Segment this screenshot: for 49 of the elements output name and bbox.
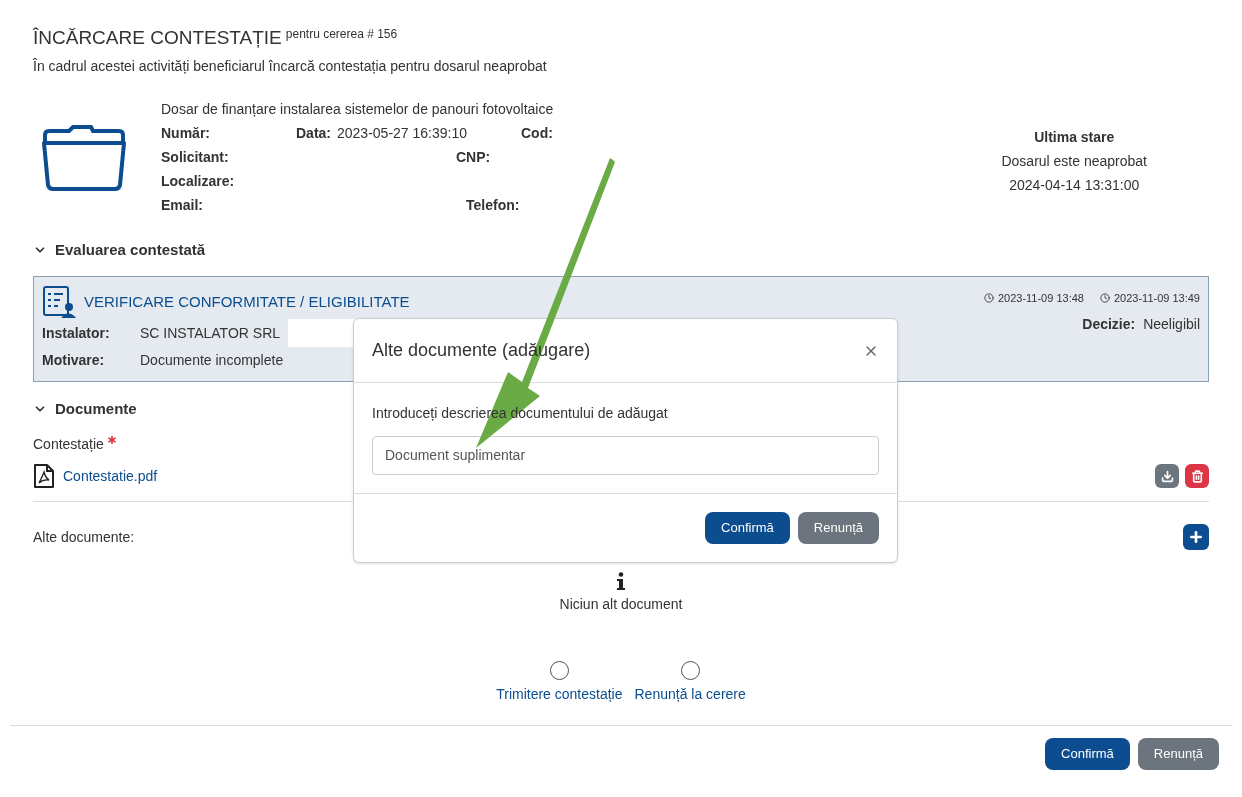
confirm-button[interactable]: Confirmă: [1045, 738, 1130, 770]
field-value: Documente incomplete: [140, 350, 284, 370]
section-title[interactable]: Evaluarea contestată: [55, 239, 206, 262]
download-button[interactable]: [1155, 464, 1179, 488]
last-state-status: Dosarul este neaprobat: [1001, 152, 1147, 171]
clock-icon: [983, 292, 994, 303]
other-documents-label: Alte documente:: [33, 527, 135, 547]
timestamp: 2023-11-09 13:49: [1113, 290, 1200, 306]
page-description: În cadrul acestei activități beneficiarul încarcă contestația pentru dosarul neaprobat: [33, 57, 548, 76]
last-state-date: 2024-04-14 13:31:00: [1009, 176, 1140, 195]
action-link[interactable]: Renunță la cerere: [634, 684, 746, 705]
cancel-button[interactable]: Renunță: [1137, 738, 1219, 770]
dossier-title: Dosar de finanțare instalarea sistemelor de panouri fotovoltaice: [161, 100, 555, 119]
section-title[interactable]: Documente: [55, 397, 137, 420]
field-value: Neeligibil: [1143, 314, 1200, 334]
add-button[interactable]: [1183, 524, 1209, 550]
page-title: ÎNCĂRCARE CONTESTAȚIE: [33, 26, 282, 50]
clock-icon: [1099, 292, 1110, 303]
evaluation-title[interactable]: VERIFICARE CONFORMITATE / ELIGIBILITATE: [84, 288, 410, 315]
field-label: Decizie:: [1082, 314, 1136, 334]
field-label: CNP:: [456, 148, 491, 167]
field-label: Data:: [296, 124, 331, 143]
request-number: pentru cererea # 156: [285, 26, 398, 42]
timestamp: 2023-11-09 13:48: [997, 290, 1084, 306]
field-label: Localizare:: [161, 172, 235, 191]
field-label: Cod:: [521, 124, 553, 143]
field-label: Solicitant:: [161, 148, 229, 167]
field-label: Telefon:: [466, 196, 520, 215]
download-icon: [1160, 469, 1174, 483]
field-label: Motivare:: [42, 350, 106, 370]
plus-icon: [1188, 529, 1204, 545]
last-state-title: Ultima stare: [1034, 128, 1115, 147]
pdf-file-icon: [33, 463, 55, 489]
checklist-person-icon: [42, 284, 76, 319]
field-value: 2023-05-27 16:39:10: [337, 124, 467, 143]
action-link[interactable]: Trimitere contestație: [496, 684, 623, 705]
empty-message: Niciun alt document: [559, 595, 683, 614]
field-label: Contestație: [33, 435, 104, 454]
cancel-button[interactable]: Renunță: [797, 512, 879, 544]
description-input[interactable]: Document suplimentar: [372, 436, 879, 475]
field-value: SC INSTALATOR SRL: [140, 323, 281, 343]
field-label: Număr:: [161, 124, 210, 143]
field-label: Instalator:: [42, 323, 111, 343]
confirm-button[interactable]: Confirmă: [705, 512, 790, 544]
field-label: Email:: [161, 196, 203, 215]
info-icon: [616, 572, 626, 590]
delete-button[interactable]: [1185, 464, 1209, 488]
trash-icon: [1190, 469, 1204, 483]
file-link[interactable]: Contestatie.pdf: [63, 465, 158, 487]
